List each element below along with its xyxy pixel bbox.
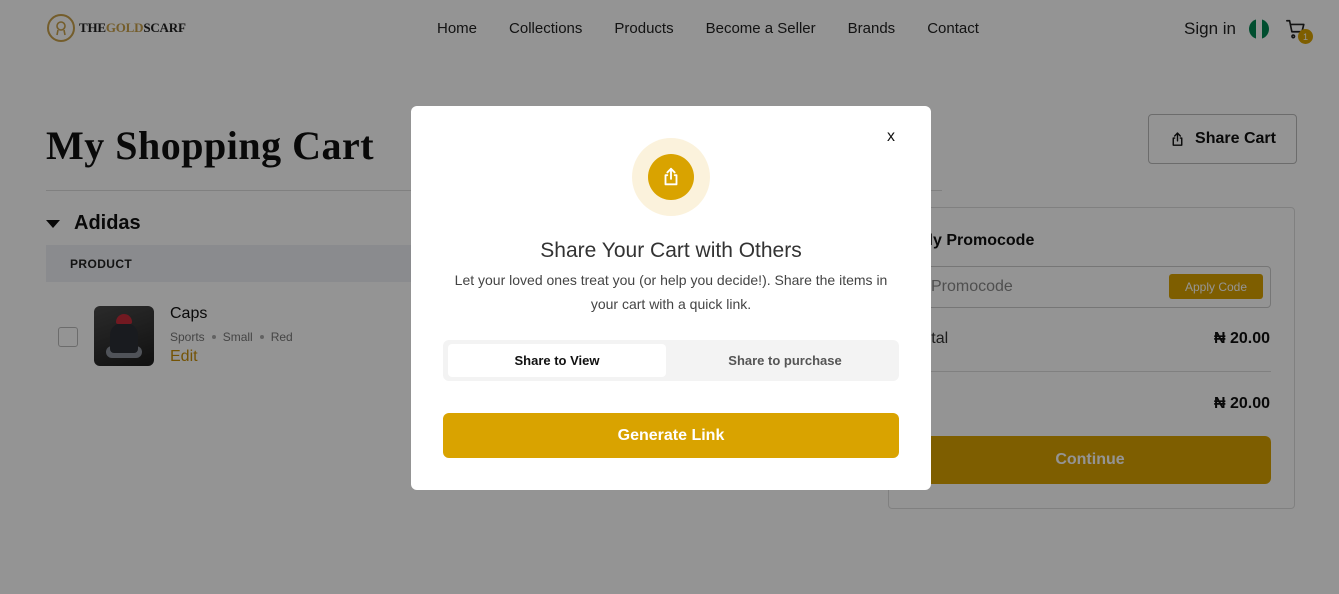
close-button[interactable]: x (887, 128, 895, 146)
share-mode-tabs: Share to View Share to purchase (443, 340, 899, 381)
modal-description: Let your loved ones treat you (or help y… (454, 272, 888, 312)
share-cart-modal: x Share Your Cart with Others Let your l… (411, 106, 931, 490)
modal-title: Share Your Cart with Others (540, 239, 802, 262)
generate-link-button[interactable]: Generate Link (443, 413, 899, 458)
tab-share-to-purchase[interactable]: Share to purchase (676, 344, 894, 377)
tab-share-to-view[interactable]: Share to View (448, 344, 666, 377)
share-icon-ring (632, 138, 710, 216)
share-icon (648, 154, 694, 200)
